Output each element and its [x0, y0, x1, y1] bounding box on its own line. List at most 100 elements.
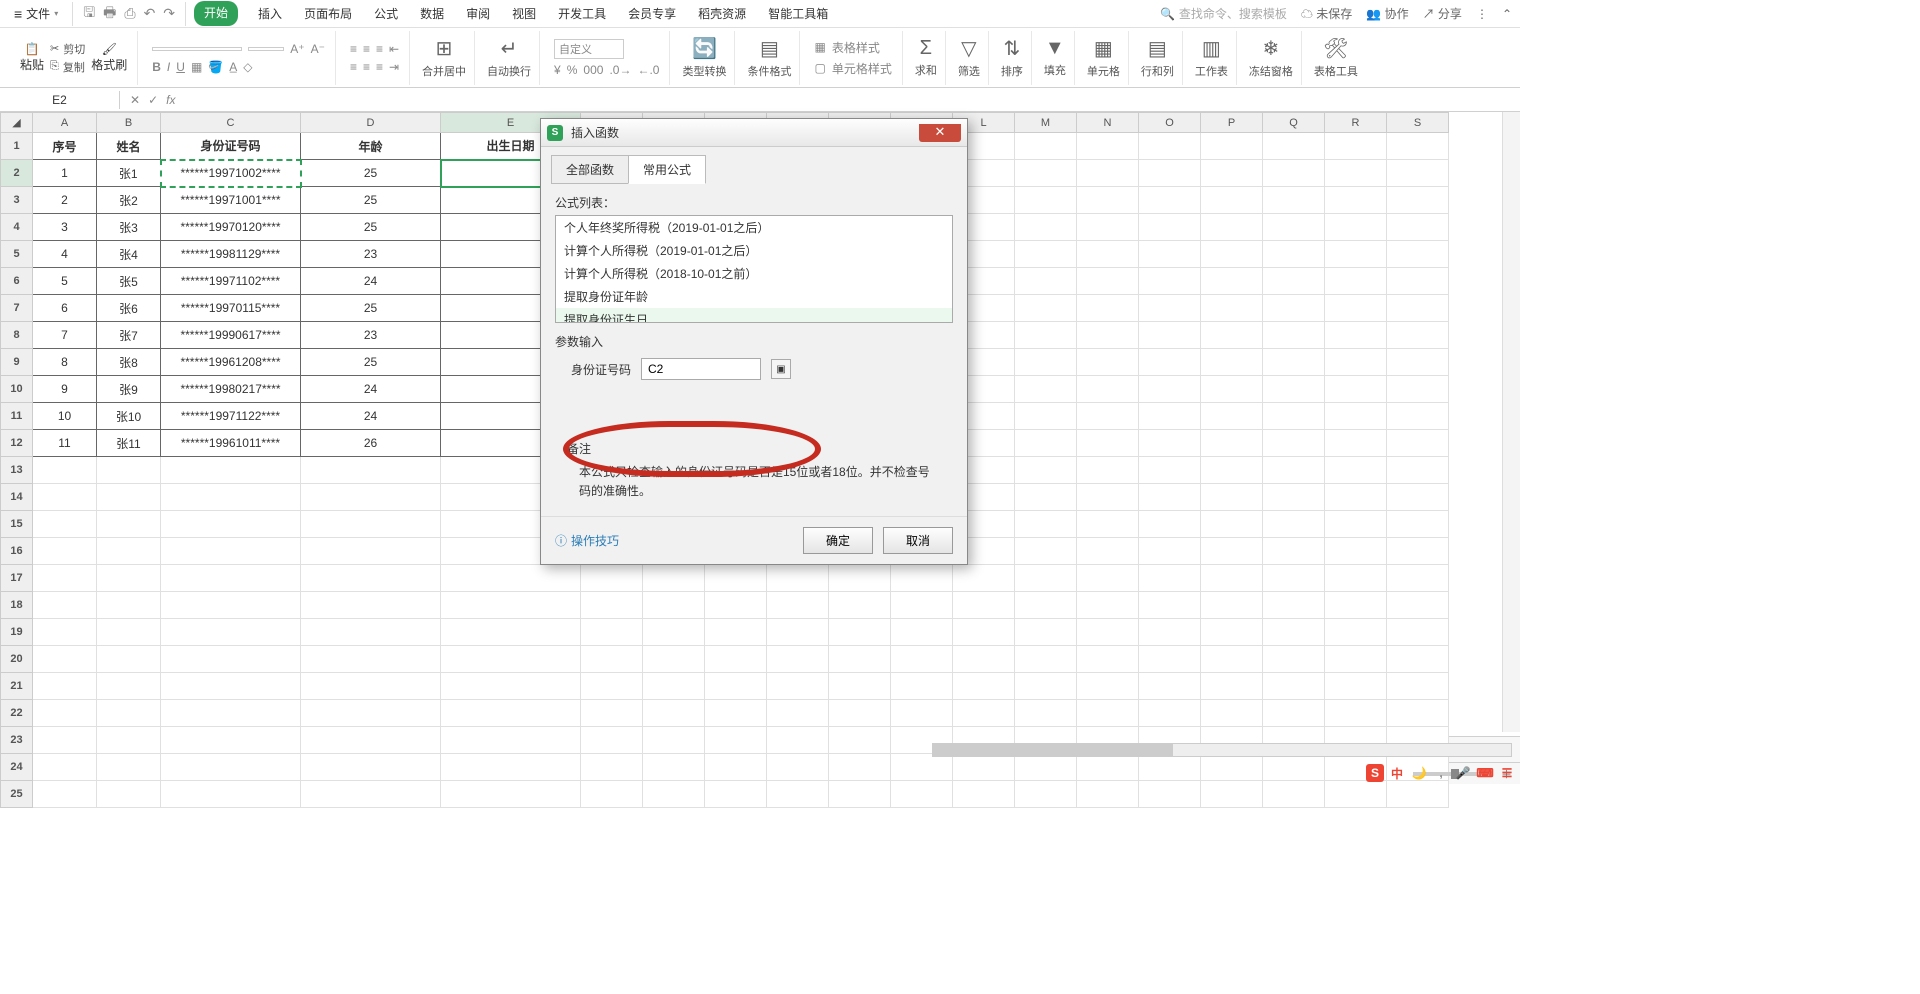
cell[interactable]: [1201, 376, 1263, 403]
cell[interactable]: [1015, 133, 1077, 160]
cell[interactable]: [1325, 430, 1387, 457]
cell[interactable]: [1325, 403, 1387, 430]
row-header[interactable]: 20: [1, 646, 33, 673]
row-header[interactable]: 16: [1, 538, 33, 565]
cell[interactable]: [1263, 565, 1325, 592]
row-header[interactable]: 1: [1, 133, 33, 160]
bold-icon[interactable]: B: [152, 60, 161, 74]
cell[interactable]: 25: [301, 349, 441, 376]
cell[interactable]: [1201, 538, 1263, 565]
border-icon[interactable]: ▦: [191, 60, 202, 74]
ok-button[interactable]: 确定: [803, 527, 873, 554]
cell[interactable]: [1325, 565, 1387, 592]
cell[interactable]: [1201, 160, 1263, 187]
cell[interactable]: [1325, 484, 1387, 511]
cell[interactable]: [1077, 484, 1139, 511]
cell[interactable]: [33, 673, 97, 700]
tab-smart[interactable]: 智能工具箱: [766, 1, 830, 26]
row-header[interactable]: 8: [1, 322, 33, 349]
cancel-button[interactable]: 取消: [883, 527, 953, 554]
unsaved-indicator[interactable]: ☁ 未保存: [1301, 5, 1352, 22]
save-icon[interactable]: 🖫: [83, 2, 95, 26]
cell[interactable]: [705, 646, 767, 673]
cell[interactable]: [1387, 646, 1449, 673]
cell[interactable]: [1263, 592, 1325, 619]
cell[interactable]: [1387, 673, 1449, 700]
formula-input[interactable]: [185, 98, 1520, 102]
cell[interactable]: [441, 673, 581, 700]
cell[interactable]: [1387, 781, 1449, 808]
cell[interactable]: 11: [33, 430, 97, 457]
cell[interactable]: [1325, 592, 1387, 619]
cell[interactable]: [1325, 673, 1387, 700]
share-button[interactable]: ↗ 分享: [1423, 5, 1462, 22]
cell[interactable]: [1015, 160, 1077, 187]
cell[interactable]: [1139, 214, 1201, 241]
col-header-Q[interactable]: Q: [1263, 113, 1325, 133]
cell[interactable]: [161, 727, 301, 754]
cell[interactable]: [97, 484, 161, 511]
cell[interactable]: [1387, 430, 1449, 457]
cell[interactable]: [1387, 349, 1449, 376]
tab-formula[interactable]: 公式: [372, 1, 400, 26]
cell[interactable]: [1015, 349, 1077, 376]
cell[interactable]: [1263, 754, 1325, 781]
list-item[interactable]: 计算个人所得税（2018-10-01之前）: [556, 262, 952, 285]
collapse-ribbon-icon[interactable]: ⌃: [1502, 7, 1512, 21]
cell[interactable]: [301, 457, 441, 484]
cell[interactable]: [829, 673, 891, 700]
cell[interactable]: [441, 619, 581, 646]
cell[interactable]: [953, 754, 1015, 781]
cell[interactable]: [301, 673, 441, 700]
cell[interactable]: [33, 565, 97, 592]
undo-icon[interactable]: ↶: [144, 5, 156, 22]
cell[interactable]: [1077, 160, 1139, 187]
cell[interactable]: [1325, 295, 1387, 322]
cell[interactable]: [891, 619, 953, 646]
cell[interactable]: [1387, 322, 1449, 349]
select-all-corner[interactable]: ◢: [1, 113, 33, 133]
row-header[interactable]: 18: [1, 592, 33, 619]
percent-icon[interactable]: %: [567, 63, 578, 77]
cell[interactable]: 24: [301, 376, 441, 403]
cell[interactable]: [891, 592, 953, 619]
tab-resource[interactable]: 稻壳资源: [696, 1, 748, 26]
filter-button[interactable]: ▽筛选: [950, 31, 989, 85]
cell[interactable]: [1325, 187, 1387, 214]
cell[interactable]: [643, 646, 705, 673]
cell[interactable]: 23: [301, 241, 441, 268]
cell[interactable]: 张5: [97, 268, 161, 295]
cell[interactable]: [97, 538, 161, 565]
cell[interactable]: [1201, 241, 1263, 268]
cell[interactable]: [301, 565, 441, 592]
cell[interactable]: [1387, 484, 1449, 511]
cell[interactable]: [767, 700, 829, 727]
format-painter-button[interactable]: 🖌 格式刷: [91, 42, 127, 73]
ime-settings-icon[interactable]: ☰: [1498, 764, 1516, 782]
row-header[interactable]: 6: [1, 268, 33, 295]
cell[interactable]: [1263, 322, 1325, 349]
cell[interactable]: [1015, 673, 1077, 700]
cell[interactable]: [1325, 133, 1387, 160]
cell[interactable]: [97, 646, 161, 673]
row-header[interactable]: 22: [1, 700, 33, 727]
cell[interactable]: [1263, 187, 1325, 214]
param-input[interactable]: [641, 358, 761, 380]
cell[interactable]: [1139, 295, 1201, 322]
cell[interactable]: [441, 646, 581, 673]
cell[interactable]: [705, 673, 767, 700]
cell[interactable]: [1139, 646, 1201, 673]
cell[interactable]: [1263, 457, 1325, 484]
cell[interactable]: [1077, 214, 1139, 241]
cell[interactable]: [33, 619, 97, 646]
cell[interactable]: [953, 700, 1015, 727]
row-header[interactable]: 5: [1, 241, 33, 268]
cell[interactable]: 24: [301, 268, 441, 295]
cell[interactable]: ******19961011****: [161, 430, 301, 457]
cell[interactable]: [1139, 349, 1201, 376]
cell[interactable]: [1263, 295, 1325, 322]
cell[interactable]: [1077, 781, 1139, 808]
cell[interactable]: [161, 592, 301, 619]
cell[interactable]: 23: [301, 322, 441, 349]
cell[interactable]: [1077, 700, 1139, 727]
